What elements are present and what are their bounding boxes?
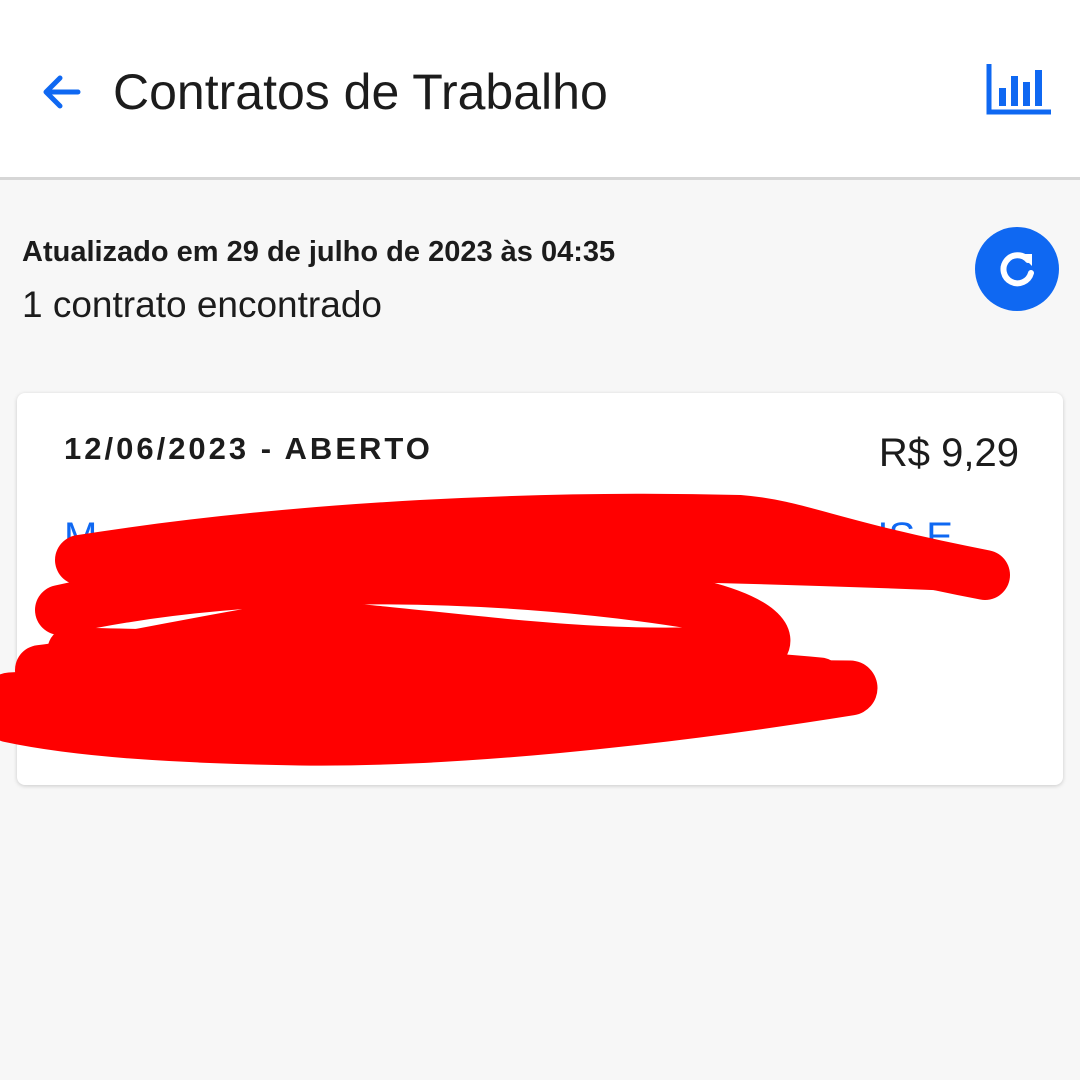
refresh-icon — [1000, 252, 1034, 287]
contract-detail-line: O — [64, 685, 850, 727]
arrow-left-icon — [43, 75, 81, 109]
app-screen: Contratos de Trabalho Atualizado em 29 d… — [0, 0, 1080, 1080]
contract-date-status: 12/06/2023 - ABERTO — [64, 431, 433, 466]
contract-employer-name[interactable]: M IS E — [64, 513, 953, 561]
employer-fragment-start: M — [64, 515, 98, 559]
bar-chart-icon — [986, 64, 1051, 115]
top-app-bar: Contratos de Trabalho — [0, 0, 1080, 180]
contract-card[interactable]: 12/06/2023 - ABERTO R$ 9,29 M IS E O — [17, 393, 1063, 785]
back-button[interactable] — [30, 62, 90, 122]
detail-fragment: O — [824, 687, 851, 725]
last-updated-text: Atualizado em 29 de julho de 2023 às 04:… — [22, 236, 616, 268]
employer-fragment-end: IS E — [877, 515, 953, 559]
contract-value: R$ 9,29 — [878, 431, 1019, 475]
contract-count-text: 1 contrato encontrado — [22, 284, 382, 325]
report-button[interactable] — [978, 58, 1058, 122]
page-title: Contratos de Trabalho — [113, 64, 608, 120]
refresh-button[interactable] — [975, 227, 1059, 311]
